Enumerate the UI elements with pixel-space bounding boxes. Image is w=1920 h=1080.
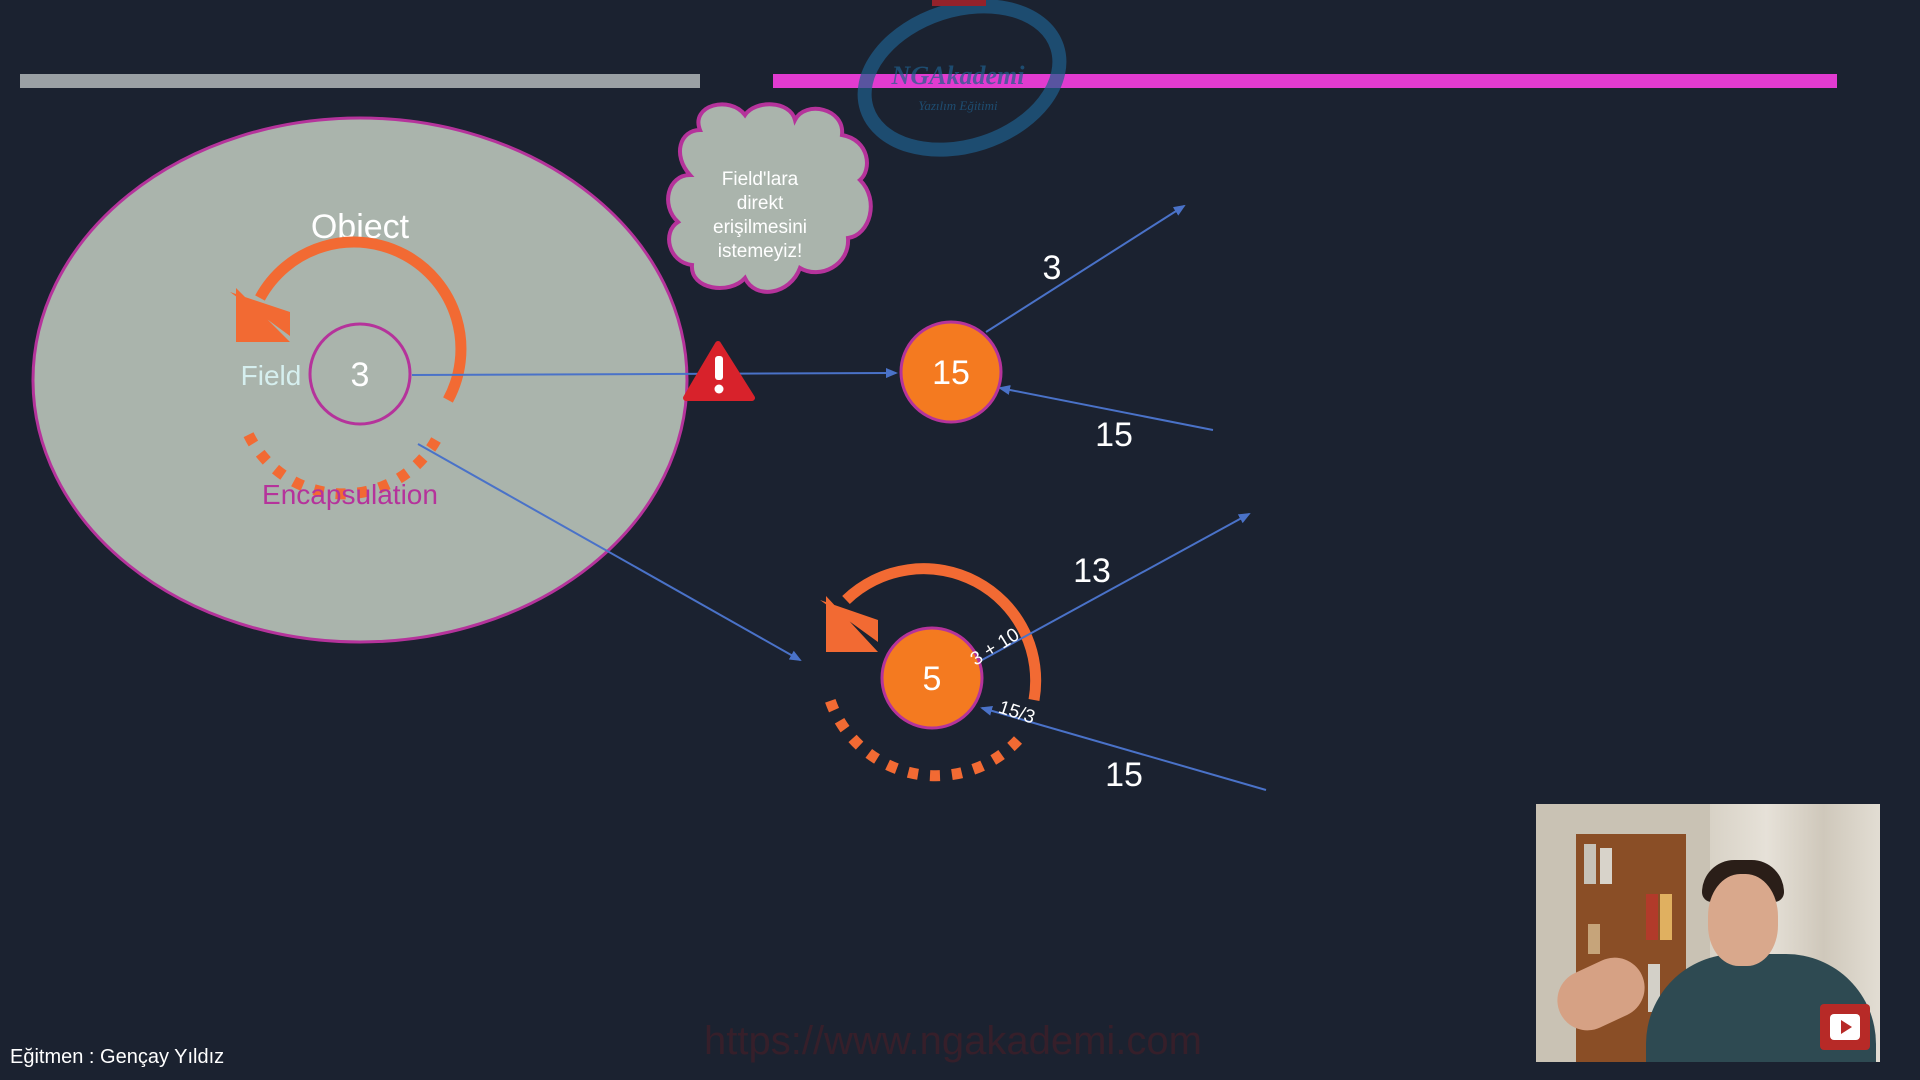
trainer-caption: Eğitmen : Gençay Yıldız — [10, 1046, 225, 1068]
encapsulation-label: Encapsulation — [262, 479, 438, 510]
bottom-out-expression: 3 + 10 — [967, 624, 1023, 670]
webcam-person-head — [1708, 874, 1778, 966]
bottom-out-label: 13 — [1073, 552, 1111, 590]
bottom-node-value: 5 — [923, 660, 942, 698]
webcam-overlay — [1536, 804, 1880, 1062]
cloud-line-3: erişilmesini — [713, 217, 807, 238]
top-in-label: 15 — [1095, 416, 1133, 454]
youtube-play-button[interactable] — [1820, 1004, 1870, 1050]
logo-subtitle: Yazılım Eğitimi — [918, 98, 998, 113]
cloud-line-1: Field'lara — [722, 169, 799, 190]
cloud-line-2: direkt — [737, 193, 784, 214]
field-label: Field — [241, 360, 302, 391]
top-node-value: 15 — [932, 354, 970, 392]
warning-icon — [683, 341, 755, 401]
bottom-ring-arrowhead — [820, 596, 878, 652]
field-value: 3 — [351, 356, 370, 394]
bottom-in-expression: 15/3 — [996, 697, 1038, 728]
play-icon — [1830, 1014, 1860, 1040]
top-out-label: 3 — [1043, 249, 1062, 287]
bottom-out-arrow — [981, 513, 1251, 661]
logo-text: NGAkademi — [891, 61, 1026, 90]
watermark-url: https://www.ngakademi.com — [704, 1019, 1202, 1063]
bottom-in-label: 15 — [1105, 756, 1143, 794]
top-out-arrow — [985, 204, 1186, 333]
cloud-line-4: istemeyiz! — [718, 241, 802, 262]
thought-cloud: Field'lara direkt erişilmesini istemeyiz… — [666, 102, 873, 294]
header-bar-left — [20, 74, 700, 88]
